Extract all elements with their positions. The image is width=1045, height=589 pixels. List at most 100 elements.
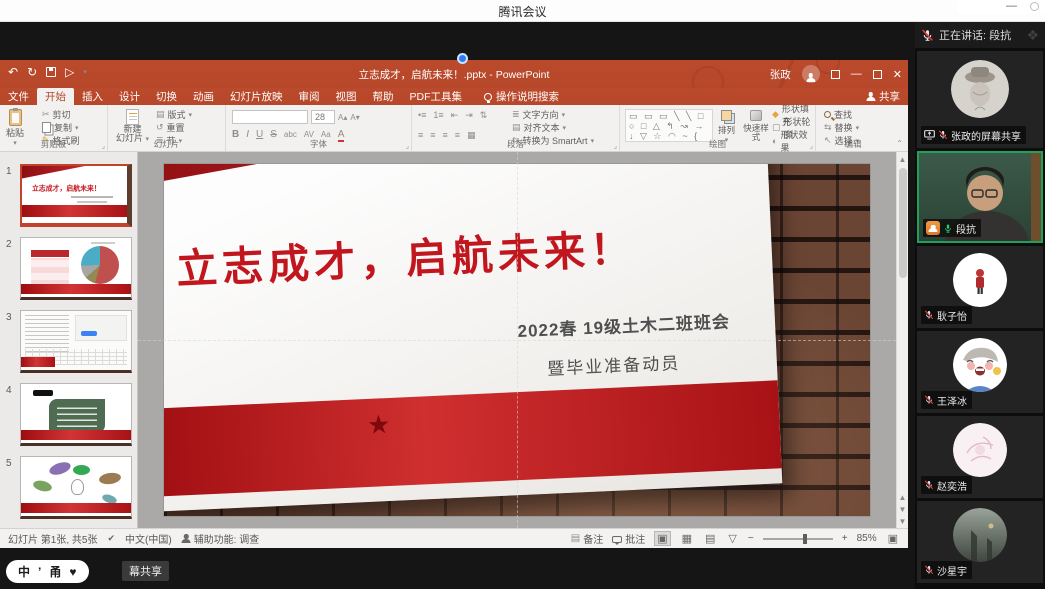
ime-icon-3[interactable]: 甬	[49, 563, 61, 580]
tab-pdf-tools[interactable]: PDF工具集	[402, 88, 471, 105]
thumb-pie-chart	[81, 246, 119, 284]
quick-styles-button[interactable]: 快速样式	[742, 110, 770, 141]
zoom-out-button[interactable]: −	[748, 533, 754, 544]
participant-tile-video-speaking[interactable]: 段抗	[917, 151, 1043, 243]
ime-icon-2[interactable]: ’	[38, 565, 41, 579]
collapse-ribbon-icon[interactable]: ⌃	[896, 139, 903, 148]
proofing-icon[interactable]: ✔	[107, 533, 115, 544]
zoom-slider-thumb[interactable]	[803, 534, 807, 544]
font-size-combo[interactable]: 28	[311, 110, 335, 124]
tab-transitions[interactable]: 切换	[148, 88, 185, 105]
tab-animations[interactable]: 动画	[185, 88, 222, 105]
language-indicator[interactable]: 中文(中国)	[125, 531, 172, 546]
tab-design[interactable]: 设计	[111, 88, 148, 105]
layout-icon: ▤	[156, 109, 165, 120]
tab-view[interactable]: 视图	[328, 88, 365, 105]
mic-muted-icon	[924, 310, 934, 320]
ime-mode-icon[interactable]: 中	[18, 563, 30, 580]
participant-tile[interactable]: 赵奕浩	[917, 416, 1043, 498]
increase-indent-icon[interactable]: ⇥	[465, 110, 473, 121]
ppt-close-button[interactable]: ✕	[893, 68, 902, 81]
thumbnail-slide-5[interactable]: 5	[0, 456, 137, 529]
ribbon-display-options-icon[interactable]	[831, 70, 840, 79]
slide-canvas[interactable]: 立志成才，启航未来！ 2022春 19级土木二班班会 暨毕业准备动员 ★	[138, 152, 896, 528]
replace-button[interactable]: ⇆替换▾	[824, 122, 859, 133]
thumbnail-slide-3[interactable]: 3	[0, 310, 137, 383]
view-slideshow-button[interactable]: ▽	[726, 532, 738, 545]
ppt-minimize-button[interactable]: —	[851, 68, 862, 80]
participant-tile[interactable]: 耿子怡	[917, 246, 1043, 328]
zoom-slider[interactable]	[763, 538, 833, 540]
new-slide-icon	[126, 109, 139, 125]
share-button[interactable]: 共享	[866, 89, 900, 104]
vertical-scrollbar[interactable]: ▲ ▲ ▼ ▼	[896, 152, 908, 528]
slide-subtitle-line1[interactable]: 2022春 19级土木二班班会	[517, 308, 730, 343]
dialog-launcher-icon[interactable]: ⌟	[102, 142, 105, 150]
comments-button[interactable]: 批注	[612, 531, 645, 546]
search-icon	[824, 111, 831, 118]
reset-icon: ↺	[156, 122, 164, 133]
decrease-indent-icon[interactable]: ⇤	[451, 110, 459, 121]
dialog-launcher-icon[interactable]: ⌟	[406, 142, 409, 150]
ime-icon-4[interactable]: ♥	[69, 565, 76, 579]
tab-slideshow[interactable]: 幻灯片放映	[222, 88, 291, 105]
previous-slide-icon[interactable]: ▲	[897, 493, 908, 502]
scrollbar-thumb[interactable]	[899, 168, 907, 278]
scroll-up-icon[interactable]: ▲	[897, 155, 908, 164]
notes-icon: ▤	[571, 533, 580, 544]
zoom-level[interactable]: 85%	[857, 533, 877, 544]
next-slide-icon[interactable]: ▼	[897, 505, 908, 514]
notes-button[interactable]: ▤备注	[571, 531, 603, 546]
tab-home[interactable]: 开始	[37, 88, 74, 105]
numbering-icon[interactable]: 1≡	[433, 110, 443, 121]
tell-me-search[interactable]: 操作说明搜索	[484, 89, 559, 104]
thumbnail-slide-4[interactable]: 4	[0, 383, 137, 456]
tab-insert[interactable]: 插入	[74, 88, 111, 105]
shrink-font-icon[interactable]: A▾	[350, 113, 359, 122]
mic-muted-icon	[924, 480, 934, 490]
view-reading-button[interactable]: ▤	[703, 532, 717, 545]
view-normal-button[interactable]: ▣	[654, 531, 670, 546]
tab-help[interactable]: 帮助	[365, 88, 402, 105]
slide-subtitle-line2[interactable]: 暨毕业准备动员	[547, 348, 681, 379]
participant-tile[interactable]: 沙星宇	[917, 501, 1043, 583]
reset-button[interactable]: ↺重置	[156, 122, 192, 133]
text-direction-button[interactable]: ≣文字方向▾	[512, 109, 594, 120]
scroll-down-icon[interactable]: ▼	[897, 517, 908, 526]
line-spacing-icon[interactable]: ⇅	[480, 110, 488, 121]
tab-review[interactable]: 审阅	[291, 88, 328, 105]
copy-button[interactable]: 复制▾	[42, 122, 80, 133]
layout-button[interactable]: ▤版式▾	[156, 109, 192, 120]
thumbnail-slide-2[interactable]: 2	[0, 237, 137, 310]
slide-thumbnail-panel: 1 立志成才，启航未来！ 2	[0, 152, 138, 528]
account-avatar[interactable]	[802, 65, 820, 83]
sidebar-header: 正在讲话: 段抗 ❖	[915, 22, 1045, 48]
cut-button[interactable]: ✂剪切	[42, 109, 80, 120]
align-text-button[interactable]: ▤对齐文本▾	[512, 122, 594, 133]
accessibility-checker[interactable]: 辅助功能: 调查	[182, 531, 260, 546]
thumbnail-slide-1[interactable]: 1 立志成才，启航未来！	[0, 164, 137, 237]
dialog-launcher-icon[interactable]: ⌟	[810, 142, 813, 150]
comments-icon	[612, 536, 622, 543]
slide-title-text[interactable]: 立志成才，启航未来！	[175, 215, 637, 296]
grow-font-icon[interactable]: A▴	[338, 113, 347, 122]
window-control-partial-icon[interactable]	[1030, 2, 1039, 11]
minimize-icon[interactable]: —	[1006, 0, 1017, 12]
participant-tile[interactable]: 王泽冰	[917, 331, 1043, 413]
collapse-sidebar-icon[interactable]: ❖	[1026, 27, 1039, 44]
account-name[interactable]: 张政	[770, 67, 791, 82]
ime-toolbar[interactable]: 中 ’ 甬 ♥	[6, 560, 89, 583]
view-slide-sorter-button[interactable]: ▦	[680, 532, 694, 545]
tab-file[interactable]: 文件	[0, 88, 37, 105]
screen-share-label: 幕共享	[122, 561, 169, 581]
dialog-launcher-icon[interactable]: ⌟	[614, 142, 617, 150]
bullets-icon[interactable]: •≡	[418, 110, 426, 121]
accessibility-icon	[182, 534, 191, 543]
fit-to-window-icon[interactable]: ▣	[886, 532, 900, 545]
font-name-combo[interactable]	[232, 110, 308, 124]
slide-number-indicator[interactable]: 幻灯片 第1张, 共5张	[8, 531, 97, 546]
participant-tile-screen-share[interactable]: 张政的屏幕共享	[917, 51, 1043, 148]
find-button[interactable]: 查找	[824, 109, 859, 120]
zoom-in-button[interactable]: +	[842, 533, 848, 544]
ppt-restore-button[interactable]	[873, 70, 882, 79]
